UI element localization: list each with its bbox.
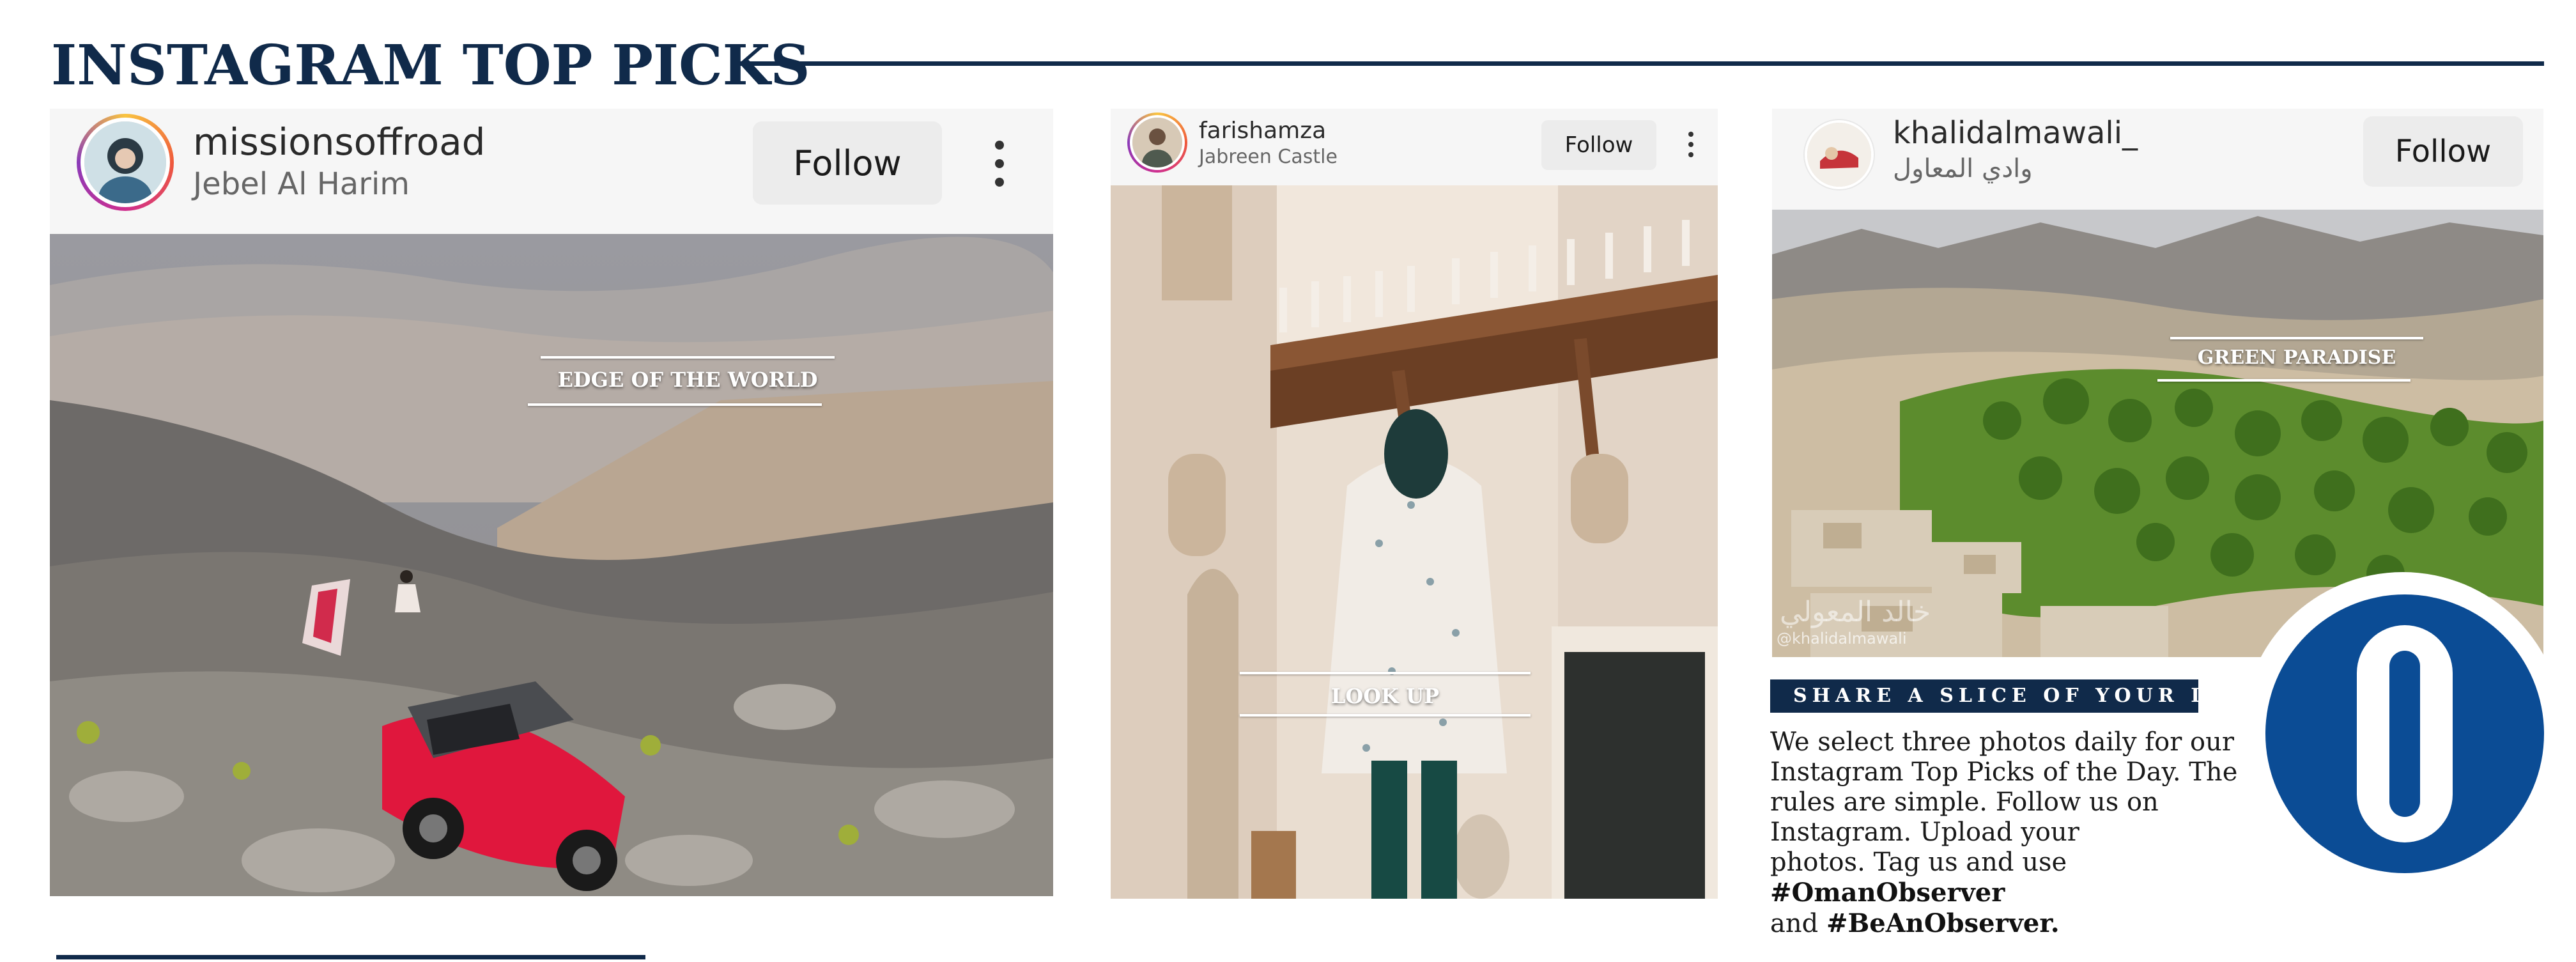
observer-logo-letter <box>2357 625 2453 842</box>
location[interactable]: Jabreen Castle <box>1199 146 1338 169</box>
username[interactable]: farishamza <box>1199 118 1326 144</box>
share-and: and <box>1770 909 1826 938</box>
hashtag-beanobserver[interactable]: #BeAnObserver. <box>1826 908 2060 938</box>
photo-edge-of-the-world <box>50 234 1053 896</box>
more-options-icon[interactable] <box>1687 132 1695 157</box>
label-line-bottom <box>528 403 822 406</box>
more-options-icon[interactable] <box>991 141 1008 187</box>
footer-rule <box>56 955 645 959</box>
label-line-bottom <box>2157 379 2410 382</box>
location[interactable]: Jebel Al Harim <box>193 166 410 202</box>
photo-label: GREEN PARADISE <box>2197 346 2396 369</box>
label-line-top <box>541 356 835 359</box>
photo-label: EDGE OF THE WORLD <box>557 368 818 392</box>
share-line: rules are simple. Follow us on <box>1770 787 2159 817</box>
follow-button[interactable]: Follow <box>1541 120 1656 170</box>
location[interactable]: وادي المعاول <box>1893 153 2033 184</box>
share-line: Instagram Top Picks of the Day. The <box>1770 757 2238 787</box>
label-line-bottom <box>1240 714 1531 717</box>
avatar[interactable] <box>77 114 174 211</box>
label-line-top <box>2170 337 2423 339</box>
follow-button[interactable]: Follow <box>2363 116 2523 187</box>
section-title: INSTAGRAM TOP PICKS <box>51 33 810 98</box>
watermark-signature: خالد المعولي <box>1780 596 1931 628</box>
share-line: We select three photos daily for our <box>1770 727 2234 757</box>
watermark-handle: @khalidalmawali <box>1777 630 1907 648</box>
label-line-top <box>1240 672 1531 674</box>
avatar[interactable] <box>1127 112 1187 173</box>
username[interactable]: khalidalmawali_ <box>1893 115 2138 151</box>
username[interactable]: missionsoffroad <box>193 121 486 162</box>
share-body: We select three photos daily for our Ins… <box>1770 727 2269 939</box>
follow-button[interactable]: Follow <box>753 121 942 205</box>
photo-label: LOOK UP <box>1330 684 1440 708</box>
share-line: photos. Tag us and use <box>1770 848 2067 877</box>
avatar[interactable] <box>1803 119 1875 190</box>
share-line: Instagram. Upload your <box>1770 818 2079 847</box>
share-banner: SHARE A SLICE OF YOUR LIFE <box>1770 679 2256 713</box>
observer-logo <box>2265 594 2544 873</box>
hashtag-omanobserver[interactable]: #OmanObserver <box>1770 878 2005 908</box>
title-rule <box>738 61 2544 66</box>
photo-look-up <box>1111 185 1718 899</box>
